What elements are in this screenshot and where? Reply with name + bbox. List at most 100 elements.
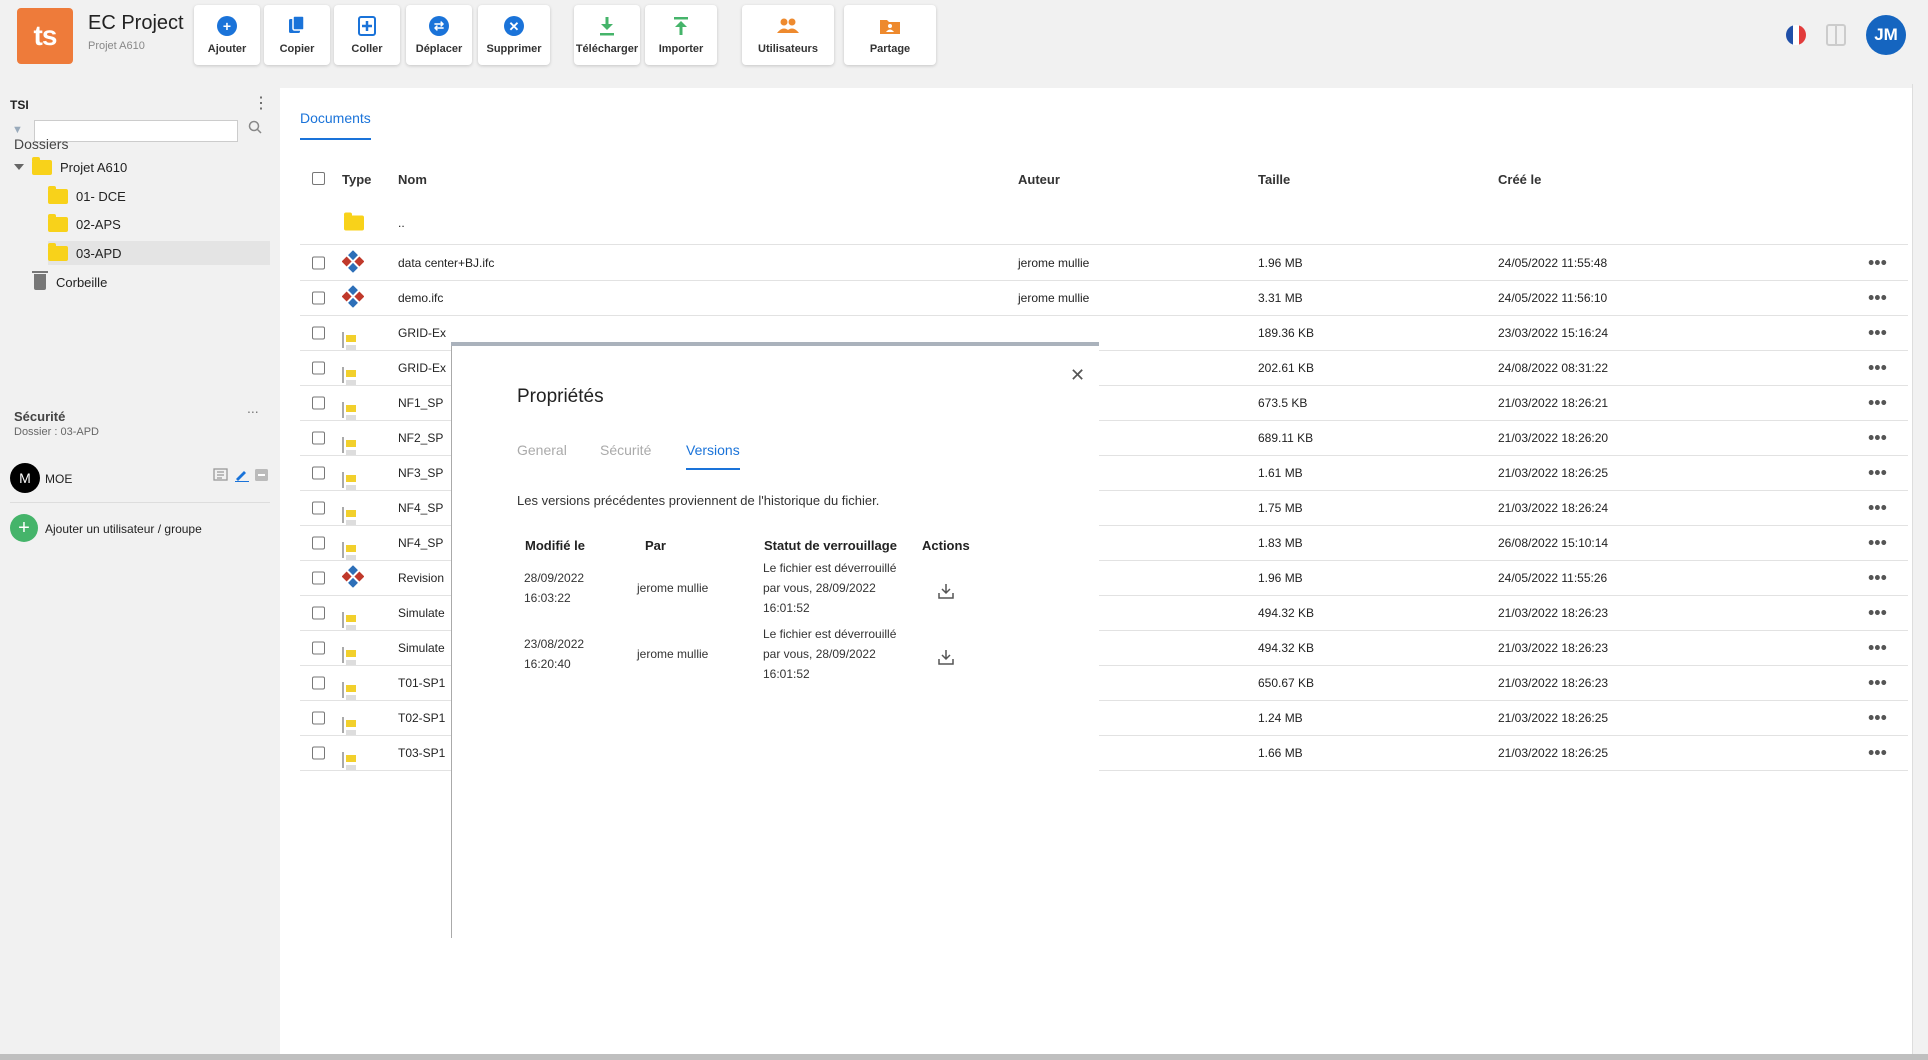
file-name[interactable]: NF4_SP: [398, 501, 443, 515]
row-checkbox[interactable]: [312, 396, 325, 410]
expand-caret-icon[interactable]: [14, 164, 24, 170]
row-more-icon[interactable]: •••: [1868, 673, 1887, 694]
folder-icon: [48, 185, 68, 204]
tree-item-02-aps[interactable]: 02-APS: [48, 212, 121, 236]
tab-versions[interactable]: Versions: [686, 442, 740, 470]
row-checkbox[interactable]: [312, 711, 325, 725]
file-name[interactable]: NF1_SP: [398, 396, 443, 410]
row-more-icon[interactable]: •••: [1868, 288, 1887, 309]
download-button[interactable]: Télécharger: [574, 5, 640, 65]
row-checkbox[interactable]: [312, 291, 325, 305]
row-checkbox[interactable]: [312, 676, 325, 690]
member-avatar: M: [10, 463, 40, 493]
row-more-icon[interactable]: •••: [1868, 253, 1887, 274]
copy-button[interactable]: Copier: [264, 5, 330, 65]
tree-item-01-dce[interactable]: 01- DCE: [48, 184, 126, 208]
tab-general[interactable]: General: [517, 442, 567, 468]
import-button[interactable]: Importer: [645, 5, 717, 65]
row-checkbox[interactable]: [312, 501, 325, 515]
parent-folder-row[interactable]: ..: [300, 202, 1908, 245]
row-checkbox[interactable]: [312, 256, 325, 270]
filter-icon[interactable]: ▼: [12, 124, 23, 136]
tab-security[interactable]: Sécurité: [600, 442, 651, 468]
row-checkbox[interactable]: [312, 466, 325, 480]
tree-item-03-apd[interactable]: 03-APD: [48, 241, 270, 265]
panel-toggle-icon[interactable]: [1826, 24, 1846, 46]
row-checkbox[interactable]: [312, 641, 325, 655]
language-flag-icon[interactable]: [1786, 25, 1806, 45]
edit-icon[interactable]: [234, 468, 250, 483]
row-more-icon[interactable]: •••: [1868, 708, 1887, 729]
file-name[interactable]: Revision: [398, 571, 444, 585]
file-author: jerome mullie: [1018, 291, 1090, 305]
row-more-icon[interactable]: •••: [1868, 568, 1887, 589]
column-header-by: Par: [645, 538, 666, 553]
permissions-icon[interactable]: [213, 468, 229, 482]
row-more-icon[interactable]: •••: [1868, 743, 1887, 764]
member-name: MOE: [45, 472, 73, 486]
table-row[interactable]: data center+BJ.ifc jerome mullie 1.96 MB 24…: [300, 246, 1908, 281]
row-checkbox[interactable]: [312, 361, 325, 375]
horizontal-scrollbar[interactable]: [0, 1054, 1928, 1060]
row-more-icon[interactable]: •••: [1868, 358, 1887, 379]
file-name[interactable]: T01-SP1: [398, 676, 445, 690]
row-checkbox[interactable]: [312, 536, 325, 550]
kebab-menu-icon[interactable]: ⋮: [253, 96, 269, 112]
column-header-size[interactable]: Taille: [1258, 172, 1290, 196]
remove-member-icon[interactable]: [254, 468, 270, 482]
add-user-icon[interactable]: +: [10, 514, 38, 542]
vertical-scrollbar[interactable]: [1912, 84, 1928, 1054]
row-checkbox[interactable]: [312, 571, 325, 585]
column-header-author[interactable]: Auteur: [1018, 172, 1060, 196]
users-button[interactable]: Utilisateurs: [742, 5, 834, 65]
user-avatar[interactable]: JM: [1866, 15, 1906, 55]
row-more-icon[interactable]: •••: [1868, 533, 1887, 554]
download-version-icon[interactable]: [937, 648, 955, 666]
row-more-icon[interactable]: •••: [1868, 603, 1887, 624]
add-user-button[interactable]: Ajouter un utilisateur / groupe: [45, 522, 202, 536]
file-name[interactable]: Simulate: [398, 606, 445, 620]
file-name[interactable]: data center+BJ.ifc: [398, 256, 494, 270]
file-size: 1.96 MB: [1258, 571, 1303, 585]
tree-item-root[interactable]: Projet A610: [14, 155, 127, 179]
row-checkbox[interactable]: [312, 431, 325, 445]
move-button[interactable]: ⇄ Déplacer: [406, 5, 472, 65]
column-header-type[interactable]: Type: [342, 172, 371, 196]
file-name[interactable]: demo.ifc: [398, 291, 443, 305]
tab-documents[interactable]: Documents: [300, 110, 371, 140]
file-name[interactable]: NF4_SP: [398, 536, 443, 550]
share-button[interactable]: Partage: [844, 5, 936, 65]
row-checkbox[interactable]: [312, 606, 325, 620]
delete-button[interactable]: ✕ Supprimer: [478, 5, 550, 65]
tree-item-label: 03-APD: [76, 245, 122, 261]
row-more-icon[interactable]: •••: [1868, 393, 1887, 414]
close-icon[interactable]: ✕: [1070, 366, 1085, 384]
column-header-created[interactable]: Créé le: [1498, 172, 1541, 196]
row-more-icon[interactable]: •••: [1868, 323, 1887, 344]
row-checkbox[interactable]: [312, 746, 325, 760]
add-button[interactable]: + Ajouter: [194, 5, 260, 65]
security-more-button[interactable]: ...: [247, 400, 259, 416]
paste-icon: [356, 15, 378, 37]
image-file-icon: [342, 402, 344, 418]
file-name[interactable]: GRID-Ex: [398, 361, 446, 375]
row-more-icon[interactable]: •••: [1868, 428, 1887, 449]
search-icon[interactable]: [248, 120, 262, 139]
file-name[interactable]: NF2_SP: [398, 431, 443, 445]
file-name[interactable]: GRID-Ex: [398, 326, 446, 340]
app-logo[interactable]: ts: [17, 8, 73, 64]
paste-button[interactable]: Coller: [334, 5, 400, 65]
row-checkbox[interactable]: [312, 326, 325, 340]
tree-item-trash[interactable]: Corbeille: [32, 270, 107, 294]
column-header-name[interactable]: Nom: [398, 172, 427, 196]
table-row[interactable]: demo.ifc jerome mullie 3.31 MB 24/05/2022 1…: [300, 281, 1908, 316]
file-name[interactable]: T02-SP1: [398, 711, 445, 725]
row-more-icon[interactable]: •••: [1868, 463, 1887, 484]
row-more-icon[interactable]: •••: [1868, 638, 1887, 659]
download-version-icon[interactable]: [937, 582, 955, 600]
file-name[interactable]: Simulate: [398, 641, 445, 655]
select-all-checkbox[interactable]: [312, 172, 325, 196]
file-name[interactable]: T03-SP1: [398, 746, 445, 760]
file-name[interactable]: NF3_SP: [398, 466, 443, 480]
row-more-icon[interactable]: •••: [1868, 498, 1887, 519]
